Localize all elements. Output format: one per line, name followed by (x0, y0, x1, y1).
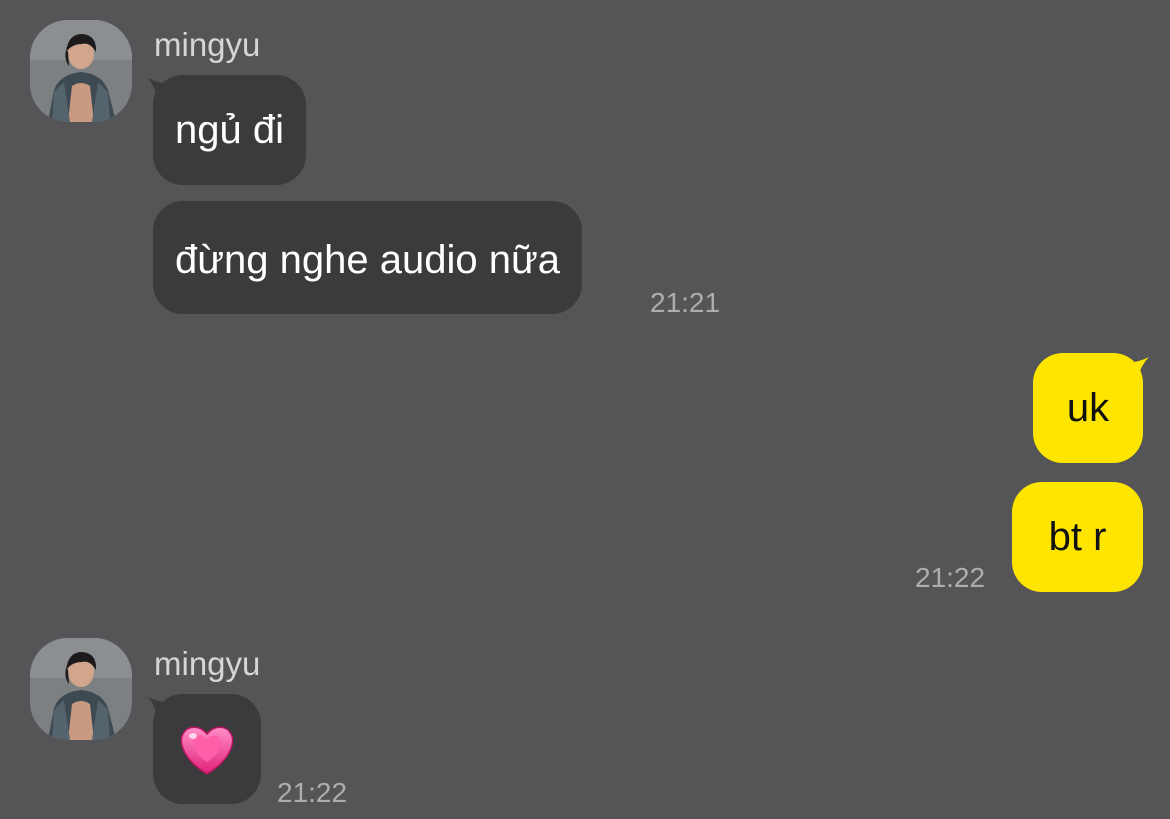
sender-name: mingyu (154, 26, 261, 63)
message-bubble[interactable]: uk (1033, 353, 1143, 463)
message-bubble[interactable]: bt r (1012, 482, 1143, 592)
chat-area: mingyu ngủ đi đừng nghe audio nữa 21:21 … (0, 0, 1170, 819)
message-bubble[interactable]: đừng nghe audio nữa (153, 201, 582, 314)
avatar[interactable] (30, 20, 132, 122)
heart-icon (180, 726, 234, 775)
message-bubble[interactable] (153, 694, 261, 804)
message-timestamp: 21:22 (915, 562, 986, 593)
message-text: đừng nghe audio nữa (175, 238, 560, 282)
message-text: uk (1066, 386, 1110, 430)
message-timestamp: 21:21 (650, 287, 721, 318)
message-text: bt r (1048, 515, 1107, 559)
message-bubble[interactable]: ngủ đi (153, 75, 306, 185)
profile-photo (30, 20, 132, 122)
sender-name: mingyu (154, 645, 261, 682)
avatar[interactable] (30, 638, 132, 740)
message-timestamp: 21:22 (277, 777, 348, 808)
profile-photo (30, 638, 132, 740)
message-text: ngủ đi (175, 108, 284, 152)
